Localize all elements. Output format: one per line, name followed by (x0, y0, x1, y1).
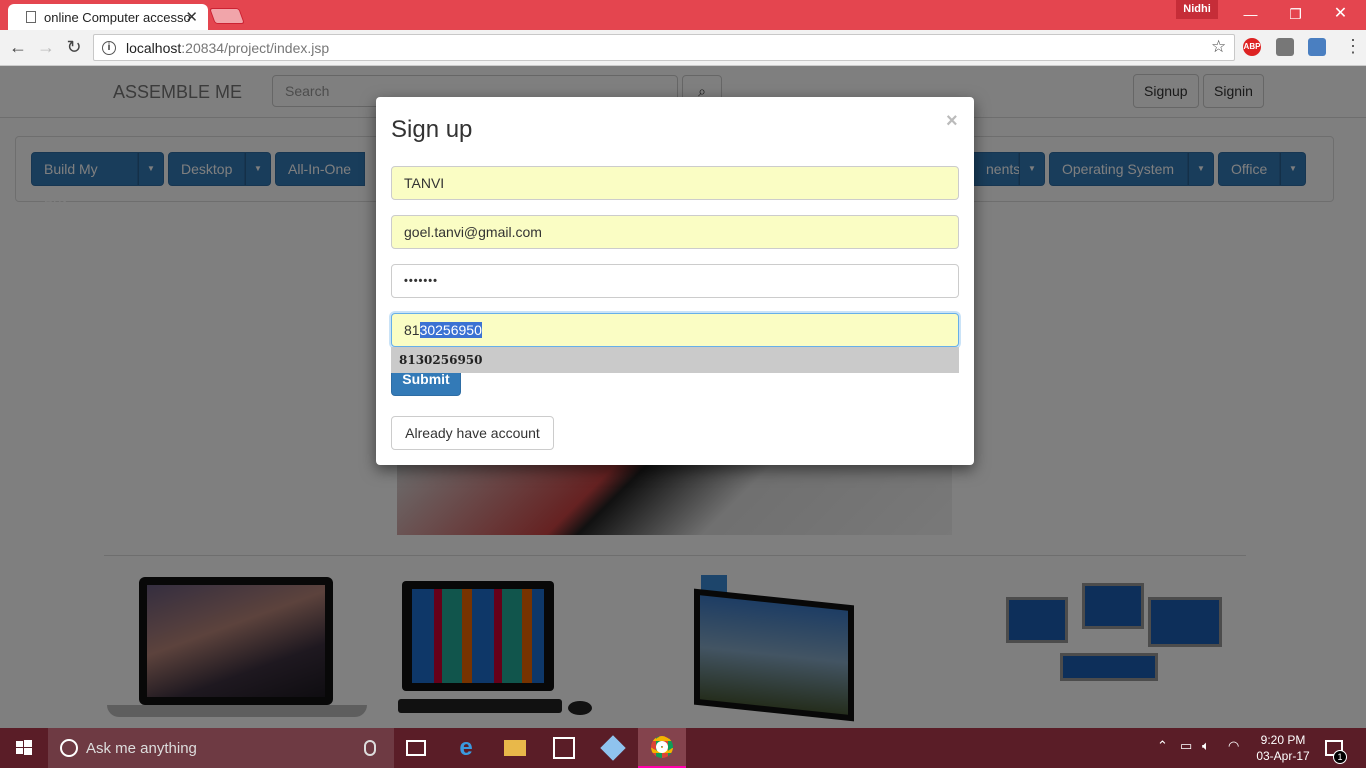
cortana-search[interactable]: Ask me anything (48, 728, 394, 768)
phone-selected-text: 30256950 (419, 322, 482, 338)
volume-icon[interactable]: 🔈︎ (1202, 738, 1210, 754)
info-icon[interactable]: i (102, 40, 116, 55)
tab-close-icon[interactable]: ✕ (185, 8, 198, 26)
clock[interactable]: 9:20 PM 03-Apr-17 (1250, 732, 1316, 764)
chevron-up-icon[interactable]: ⌃ (1157, 738, 1168, 754)
cortana-icon (60, 739, 78, 757)
forward-icon[interactable]: → (35, 36, 57, 58)
extension-icon[interactable] (1276, 38, 1294, 56)
modal-title: Sign up (391, 116, 473, 143)
name-input[interactable]: TANVI (391, 166, 959, 200)
store-icon[interactable] (540, 728, 588, 768)
browser-tab[interactable]: online Computer accesso ✕ (8, 4, 208, 30)
phone-input[interactable]: 8130256950 (391, 313, 959, 347)
clock-time: 9:20 PM (1260, 733, 1306, 747)
wifi-icon[interactable]: ◠ (1228, 738, 1239, 754)
window-close-icon[interactable]: ✕ (1318, 0, 1363, 28)
restore-icon[interactable]: ❐ (1273, 0, 1318, 28)
virtualbox-icon[interactable] (589, 728, 637, 768)
url-host: localhost (126, 39, 182, 56)
adblock-icon[interactable]: ABP (1243, 38, 1261, 56)
file-explorer-icon[interactable] (491, 728, 539, 768)
battery-icon[interactable]: ▭ (1180, 738, 1192, 754)
task-view-icon[interactable] (392, 728, 440, 768)
bookmark-star-icon[interactable]: ☆ (1211, 37, 1226, 57)
notification-count: 1 (1333, 750, 1347, 764)
new-tab-button[interactable] (209, 8, 245, 24)
url-path: :20834/project/index.jsp (181, 39, 330, 56)
page-icon (26, 11, 36, 23)
extension-cube-icon[interactable] (1308, 38, 1326, 56)
back-icon[interactable]: ← (7, 36, 29, 58)
already-have-account-button[interactable]: Already have account (391, 416, 554, 450)
email-input[interactable]: goel.tanvi@gmail.com (391, 215, 959, 249)
address-bar[interactable]: i localhost:20834/project/index.jsp (93, 34, 1235, 61)
profile-name[interactable]: Nidhi (1176, 0, 1218, 19)
chrome-icon[interactable] (638, 728, 686, 768)
edge-icon[interactable]: e (442, 728, 490, 768)
reload-icon[interactable]: ↻ (63, 36, 85, 58)
tab-title: online Computer accesso (44, 9, 191, 25)
menu-icon[interactable]: ⋮ (1344, 36, 1362, 57)
microphone-icon[interactable] (364, 740, 376, 756)
phone-prefix: 81 (404, 322, 420, 338)
clock-date: 03-Apr-17 (1256, 749, 1310, 763)
close-icon[interactable]: × (946, 110, 958, 133)
windows-start-icon[interactable] (0, 728, 48, 768)
autocomplete-option[interactable]: 8130256950 (391, 347, 959, 373)
password-input[interactable]: ••••••• (391, 264, 959, 298)
cortana-placeholder: Ask me anything (86, 739, 197, 757)
minimize-icon[interactable]: — (1228, 0, 1273, 28)
